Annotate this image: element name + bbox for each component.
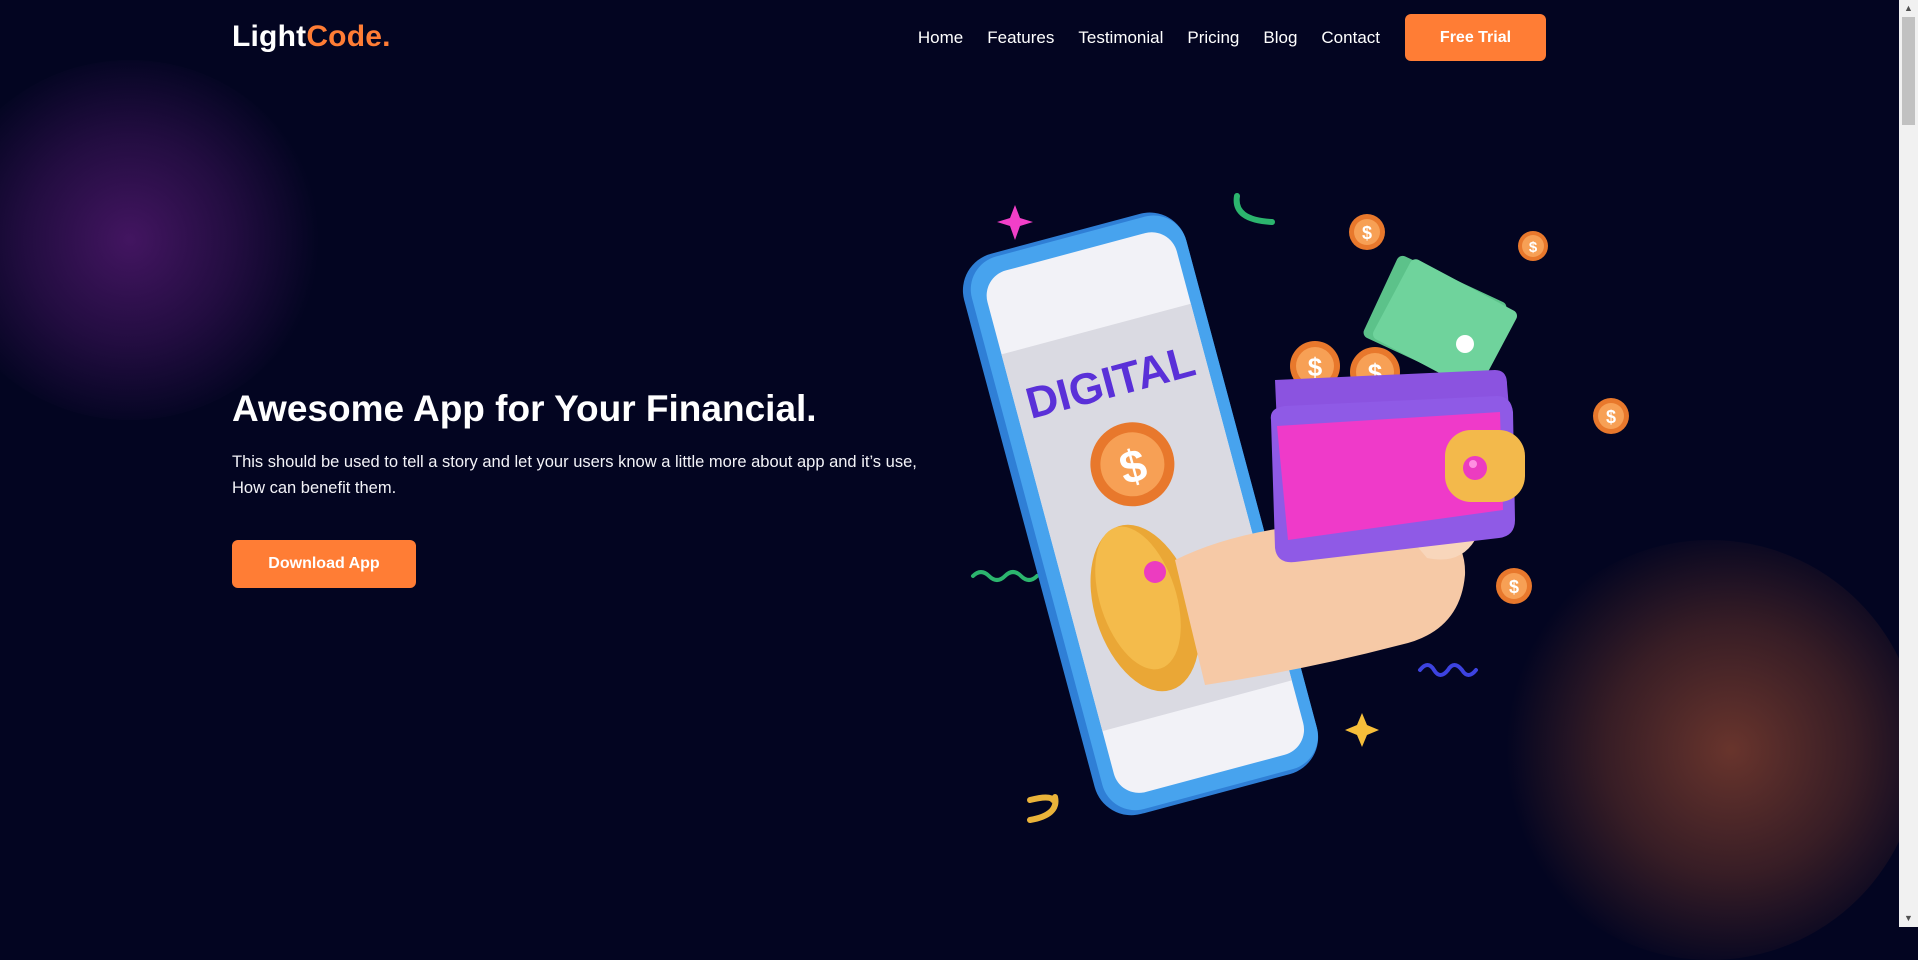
hero-title: Awesome App for Your Financial. xyxy=(232,388,817,429)
download-app-button[interactable]: Download App xyxy=(232,540,416,588)
svg-text:$: $ xyxy=(1308,352,1323,382)
nav-home[interactable]: Home xyxy=(918,28,963,48)
logo-text-accent: Code. xyxy=(306,20,391,53)
purple-glow-decoration xyxy=(0,60,320,420)
green-arc-decoration xyxy=(1233,193,1275,225)
green-squiggle-decoration xyxy=(971,570,1039,582)
yellow-sparkle-icon xyxy=(1345,713,1379,747)
page-scrollbar[interactable]: ▲ ▼ xyxy=(1899,0,1918,927)
logo-text-main: Light xyxy=(232,20,307,53)
svg-text:$: $ xyxy=(1606,407,1616,427)
svg-text:$: $ xyxy=(1362,223,1372,243)
coin-icon: $ xyxy=(1349,214,1385,250)
hero-illustration: $ $ $ $ DIGITAL $ $ $ xyxy=(962,193,1629,823)
wallet-illustration xyxy=(1270,370,1525,563)
phone-illustration: DIGITAL $ xyxy=(962,212,1319,816)
hero-description: This should be used to tell a story and … xyxy=(232,453,917,497)
coin-icon: $ xyxy=(1518,231,1548,261)
nav-contact[interactable]: Contact xyxy=(1321,28,1380,48)
scrollbar-thumb[interactable] xyxy=(1902,17,1915,125)
blue-squiggle-decoration xyxy=(1418,663,1478,677)
nav-features[interactable]: Features xyxy=(987,28,1054,48)
nav-blog[interactable]: Blog xyxy=(1263,28,1297,48)
svg-text:$: $ xyxy=(1529,239,1538,256)
main-nav: Home Features Testimonial Pricing Blog C… xyxy=(918,14,1546,61)
nav-pricing[interactable]: Pricing xyxy=(1187,28,1239,48)
yellow-arc-decoration xyxy=(1027,794,1056,803)
svg-text:$: $ xyxy=(1509,577,1519,597)
coin-icon: $ xyxy=(1496,568,1532,604)
pink-sparkle-icon xyxy=(997,205,1033,240)
coin-icon: $ xyxy=(1593,398,1629,434)
scroll-up-arrow-icon[interactable]: ▲ xyxy=(1899,0,1918,17)
free-trial-button[interactable]: Free Trial xyxy=(1405,14,1546,61)
logo[interactable]: LightCode. xyxy=(232,20,391,54)
scroll-down-arrow-icon[interactable]: ▼ xyxy=(1899,910,1918,927)
nav-testimonial[interactable]: Testimonial xyxy=(1078,28,1163,48)
